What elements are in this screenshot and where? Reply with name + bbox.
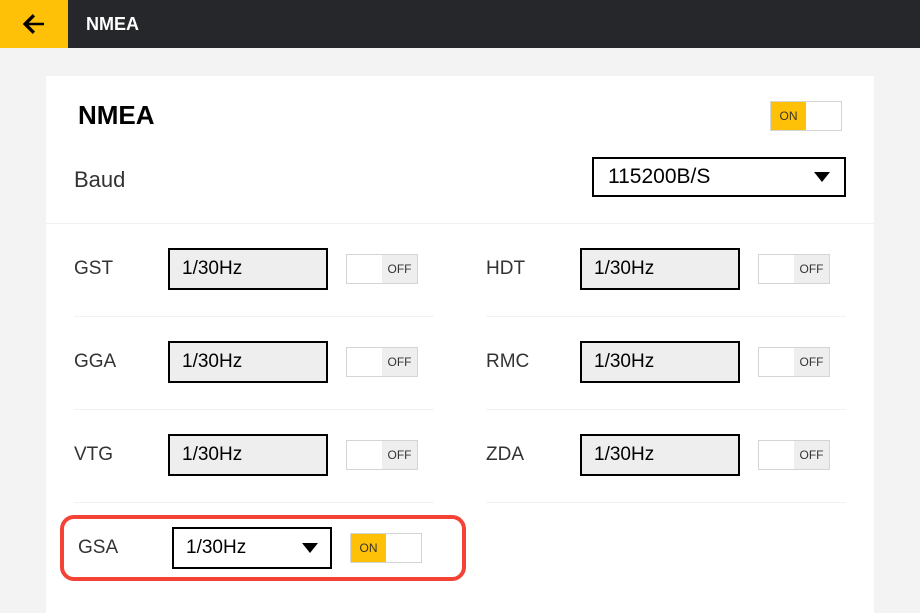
row-gst: GST 1/30Hz OFF (74, 224, 434, 317)
toggle-on-label: ON (351, 534, 386, 562)
back-button[interactable] (0, 0, 68, 48)
gsa-container: GSA 1/30Hz ON (46, 515, 874, 581)
toggle-handle (806, 102, 841, 130)
toggle-off-label: OFF (794, 255, 829, 283)
nmea-toggle[interactable]: ON (770, 101, 842, 131)
nmea-card: NMEA ON (46, 76, 874, 153)
gsa-value: 1/30Hz (186, 537, 246, 559)
row-rmc: RMC 1/30Hz OFF (486, 317, 846, 410)
top-bar: NMEA (0, 0, 920, 48)
gga-select[interactable]: 1/30Hz (168, 341, 328, 383)
rmc-label: RMC (486, 351, 580, 373)
gst-value: 1/30Hz (182, 258, 242, 280)
hdt-value: 1/30Hz (594, 258, 654, 280)
zda-label: ZDA (486, 444, 580, 466)
hdt-select[interactable]: 1/30Hz (580, 248, 740, 290)
chevron-down-icon (302, 543, 318, 553)
rmc-select[interactable]: 1/30Hz (580, 341, 740, 383)
row-zda: ZDA 1/30Hz OFF (486, 410, 846, 503)
hdt-toggle[interactable]: OFF (758, 254, 830, 284)
chevron-down-icon (814, 172, 830, 182)
zda-toggle[interactable]: OFF (758, 440, 830, 470)
settings-area: Baud 115200B/S GST 1/30Hz OFF HDT 1/30Hz… (46, 153, 874, 613)
hdt-label: HDT (486, 258, 580, 280)
toggle-handle (386, 534, 421, 562)
toggle-handle (347, 348, 382, 376)
toggle-off-label: OFF (382, 441, 417, 469)
vtg-label: VTG (74, 444, 168, 466)
zda-value: 1/30Hz (594, 444, 654, 466)
toggle-handle (759, 348, 794, 376)
sentence-grid: GST 1/30Hz OFF HDT 1/30Hz OFF GGA 1/30Hz (46, 224, 874, 503)
gst-toggle[interactable]: OFF (346, 254, 418, 284)
row-gsa-highlighted: GSA 1/30Hz ON (60, 515, 466, 581)
row-vtg: VTG 1/30Hz OFF (74, 410, 434, 503)
rmc-toggle[interactable]: OFF (758, 347, 830, 377)
toggle-off-label: OFF (382, 255, 417, 283)
gga-label: GGA (74, 351, 168, 373)
vtg-value: 1/30Hz (182, 444, 242, 466)
gsa-select[interactable]: 1/30Hz (172, 527, 332, 569)
back-arrow-icon (19, 9, 49, 39)
vtg-select[interactable]: 1/30Hz (168, 434, 328, 476)
gst-label: GST (74, 258, 168, 280)
toggle-handle (759, 255, 794, 283)
toggle-on-label: ON (771, 102, 806, 130)
row-hdt: HDT 1/30Hz OFF (486, 224, 846, 317)
toggle-off-label: OFF (794, 348, 829, 376)
rmc-value: 1/30Hz (594, 351, 654, 373)
baud-select[interactable]: 115200B/S (592, 157, 846, 197)
gsa-toggle[interactable]: ON (350, 533, 422, 563)
baud-value: 115200B/S (608, 165, 710, 189)
vtg-toggle[interactable]: OFF (346, 440, 418, 470)
zda-select[interactable]: 1/30Hz (580, 434, 740, 476)
toggle-handle (347, 255, 382, 283)
toggle-off-label: OFF (382, 348, 417, 376)
baud-label: Baud (74, 167, 174, 193)
baud-row: Baud 115200B/S (46, 153, 874, 224)
row-gga: GGA 1/30Hz OFF (74, 317, 434, 410)
gsa-label: GSA (78, 537, 172, 559)
toggle-handle (347, 441, 382, 469)
gga-value: 1/30Hz (182, 351, 242, 373)
toggle-off-label: OFF (794, 441, 829, 469)
header-title: NMEA (86, 14, 139, 35)
toggle-handle (759, 441, 794, 469)
gst-select[interactable]: 1/30Hz (168, 248, 328, 290)
card-title: NMEA (78, 100, 155, 131)
gga-toggle[interactable]: OFF (346, 347, 418, 377)
